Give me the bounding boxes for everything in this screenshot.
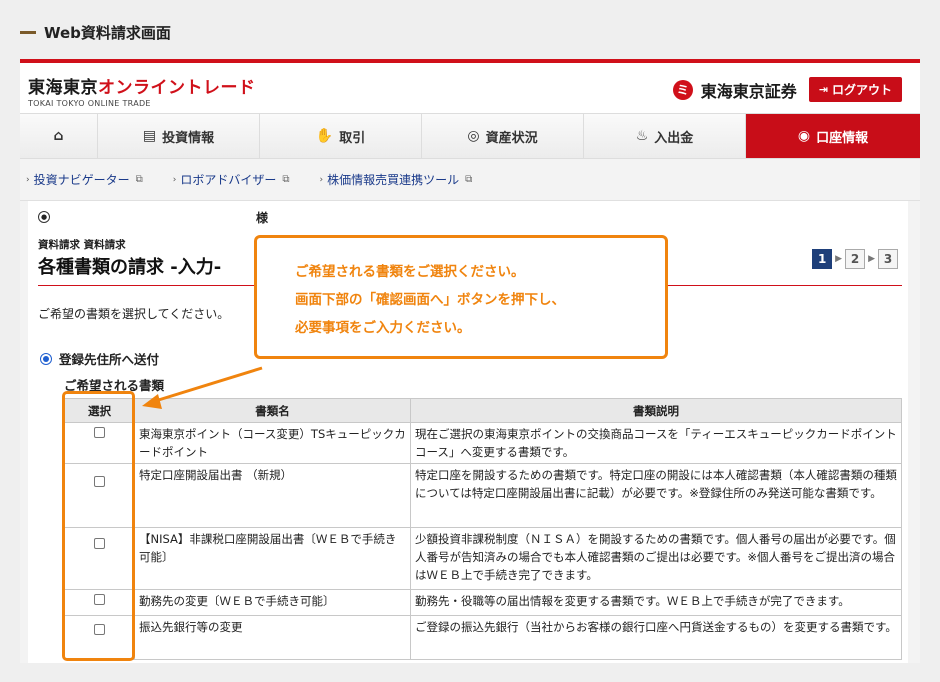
new-window-icon: ⧉ (282, 174, 290, 185)
nav-deposit[interactable]: ♨ 入出金 (584, 114, 746, 158)
subnav-label: 株価情報売買連携ツール (327, 173, 460, 187)
document-name: 東海東京ポイント（コース変更）TSキューピックカードポイント (134, 422, 411, 464)
handshake-icon: ✋ (315, 128, 334, 144)
piggy-bank-icon: ♨ (635, 128, 649, 144)
subnav-navigator[interactable]: › 投資ナビゲーター ⧉ (26, 171, 143, 188)
delivery-radio[interactable] (40, 352, 52, 365)
page-title: 各種書類の請求 -入力- (38, 257, 222, 278)
nav-label: 入出金 (654, 130, 694, 146)
table-row: 特定口座開設届出書 （新規） 特定口座を開設するための書類です。特定口座の開設に… (64, 463, 902, 528)
corp-mark-icon: ミ (672, 79, 693, 100)
chevron-right-icon: › (26, 174, 30, 185)
user-icon: ● (38, 211, 50, 223)
logo-text-black: 東海東京 (28, 78, 98, 98)
logout-button[interactable]: ⇥ ログアウト (808, 77, 902, 102)
document-desc: 勤務先・役職等の届出情報を変更する書類です。ＷＥＢ上で手続きが完了できます。 (410, 589, 902, 616)
coins-icon: ◎ (467, 128, 480, 144)
nav-label: 資産状況 (485, 130, 538, 146)
callout-line-1: ご希望される書類をご選択ください。 (295, 264, 525, 280)
nav-label: 口座情報 (816, 130, 869, 146)
nav-trade[interactable]: ✋ 取引 (260, 114, 422, 158)
new-window-icon: ⧉ (465, 174, 473, 185)
document-name: 特定口座開設届出書 （新規） (134, 463, 411, 528)
nav-label: 投資情報 (162, 130, 215, 146)
new-window-icon: ⧉ (135, 174, 143, 185)
subnav-label: ロボアドバイザー (180, 173, 277, 187)
chevron-right-icon: › (319, 174, 324, 185)
breadcrumb: 資料請求 資料請求 (38, 239, 126, 251)
page-caption: Web資料請求画面 (20, 22, 171, 43)
home-icon: ⌂ (53, 128, 64, 144)
document-desc: 特定口座を開設するための書類です。特定口座の開設には本人確認書類（本人確認書類の… (410, 463, 902, 528)
table-row: 【NISA】非課税口座開設届出書〔ＷＥＢで手続き可能〕 少額投資非課税制度（ＮＩ… (64, 527, 902, 590)
document-name: 【NISA】非課税口座開設届出書〔ＷＥＢで手続き可能〕 (134, 527, 411, 590)
step-1: 1 (812, 249, 833, 269)
documents-table: 選択 書類名 書類説明 東海東京ポイント（コース変更）TSキューピックカードポイ… (64, 398, 902, 660)
document-desc: 現在ご選択の東海東京ポイントの交換商品コースを「ティーエスキューピックカードポイ… (410, 422, 902, 464)
main-nav: ⌂ ▤ 投資情報 ✋ 取引 ◎ 資産状況 ♨ 入出金 ◉ 口座情報 (20, 113, 920, 159)
user-circle-icon: ◉ (797, 128, 811, 144)
logout-label: ログアウト (831, 83, 892, 97)
subnav-label: 投資ナビゲーター (33, 173, 130, 187)
subnav-roboadvisor[interactable]: › ロボアドバイザー ⧉ (173, 171, 290, 188)
step-3: 3 (878, 249, 898, 269)
step-arrow-icon: ▶ (835, 254, 843, 264)
table-row: 東海東京ポイント（コース変更）TSキューピックカードポイント 現在ご選択の東海東… (64, 422, 902, 464)
document-desc: ご登録の振込先銀行（当社からお客様の銀行口座へ円貨送金するもの）を変更する書類で… (410, 615, 902, 660)
logo-english: TOKAI TOKYO ONLINE TRADE (28, 99, 151, 108)
brand-header: 東海東京オンライントレード TOKAI TOKYO ONLINE TRADE ミ… (20, 63, 920, 113)
step-indicator: 1 ▶ 2 ▶ 3 (812, 249, 898, 269)
caption-bar (20, 31, 36, 34)
select-column-highlight (62, 391, 135, 661)
col-desc-header: 書類説明 (410, 398, 902, 423)
callout-line-2: 画面下部の「確認画面へ」ボタンを押下し、 (295, 292, 565, 308)
col-name-header: 書類名 (134, 398, 411, 423)
step-arrow-icon: ▶ (868, 254, 875, 264)
subnav-price-tool[interactable]: › 株価情報売買連携ツール ⧉ (320, 171, 473, 188)
brand-logo[interactable]: 東海東京オンライントレード TOKAI TOKYO ONLINE TRADE (28, 73, 256, 108)
document-name: 勤務先の変更〔ＷＥＢで手続き可能〕 (134, 589, 411, 616)
nav-investment-info[interactable]: ▤ 投資情報 (98, 114, 260, 158)
step-2: 2 (845, 249, 866, 269)
table-row: 振込先銀行等の変更 ご登録の振込先銀行（当社からお客様の銀行口座へ円貨送金するも… (64, 615, 902, 660)
instruction-callout: ご希望される書類をご選択ください。 画面下部の「確認画面へ」ボタンを押下し、 必… (254, 235, 668, 359)
table-header-row: 選択 書類名 書類説明 (64, 398, 902, 423)
document-name: 振込先銀行等の変更 (134, 615, 411, 660)
sub-nav: › 投資ナビゲーター ⧉ › ロボアドバイザー ⧉ › 株価情報売買連携ツール ⧉ (20, 159, 920, 201)
brand-right: ミ 東海東京証券 ⇥ ログアウト (672, 77, 902, 102)
page-caption-text: Web資料請求画面 (44, 24, 171, 42)
nav-home[interactable]: ⌂ (20, 114, 98, 158)
document-desc: 少額投資非課税制度（ＮＩＳＡ）を開設するための書類です。個人番号の届出が必要です… (410, 527, 902, 590)
callout-line-3: 必要事項をご入力ください。 (295, 320, 471, 336)
nav-account-info[interactable]: ◉ 口座情報 (746, 114, 920, 158)
nav-label: 取引 (339, 130, 366, 146)
chart-monitor-icon: ▤ (142, 128, 157, 144)
chevron-right-icon: › (172, 174, 177, 185)
user-honorific: 様 (256, 211, 269, 225)
nav-assets[interactable]: ◎ 資産状況 (422, 114, 584, 158)
user-row: ● (38, 211, 50, 223)
logout-icon: ⇥ (818, 83, 828, 96)
delivery-option-label: 登録先住所へ送付 (59, 352, 160, 367)
table-row: 勤務先の変更〔ＷＥＢで手続き可能〕 勤務先・役職等の届出情報を変更する書類です。… (64, 589, 902, 616)
corp-name: 東海東京証券 (700, 81, 797, 101)
intro-text: ご希望の書類を選択してください。 (38, 307, 230, 321)
browser-frame: 東海東京オンライントレード TOKAI TOKYO ONLINE TRADE ミ… (20, 59, 920, 663)
logo-text-red: オンライントレード (98, 78, 256, 98)
delivery-option[interactable]: 登録先住所へ送付 (40, 349, 159, 368)
